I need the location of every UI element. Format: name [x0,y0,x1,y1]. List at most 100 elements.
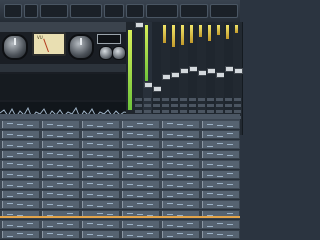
channel-button[interactable] [153,104,160,107]
playlist-track[interactable] [0,230,240,240]
channel-button[interactable] [153,98,160,101]
pattern-clip[interactable] [2,221,39,228]
pattern-clip[interactable] [42,171,79,178]
pattern-clip[interactable] [122,221,159,228]
tempo-display[interactable] [70,4,102,18]
channel-button[interactable] [216,104,223,107]
pattern-selector[interactable] [40,4,68,18]
pattern-clip[interactable] [2,131,39,138]
pattern-clip[interactable] [2,181,39,188]
pattern-clip[interactable] [42,121,79,128]
pattern-clip[interactable] [122,151,159,158]
playlist-track[interactable] [0,210,240,220]
pattern-clip[interactable] [82,141,119,148]
pattern-clip[interactable] [82,151,119,158]
menu-button[interactable] [4,4,22,18]
pattern-clip[interactable] [162,171,199,178]
pattern-clip[interactable] [122,161,159,168]
pattern-clip[interactable] [122,141,159,148]
pattern-clip[interactable] [42,231,79,238]
channel-button[interactable] [207,104,214,107]
pattern-clip[interactable] [202,151,239,158]
channel-button[interactable] [234,110,241,113]
channel-button[interactable] [162,104,169,107]
pattern-clip[interactable] [162,121,199,128]
pattern-clip[interactable] [2,171,39,178]
channel-button[interactable] [144,110,151,113]
channel-button[interactable] [198,98,205,101]
snap-selector[interactable] [146,4,178,18]
pattern-clip[interactable] [122,121,159,128]
channel-button[interactable] [207,110,214,113]
time-display[interactable] [104,4,124,18]
playlist-track[interactable] [0,140,240,150]
pattern-clip[interactable] [162,231,199,238]
pattern-clip[interactable] [82,171,119,178]
channel-button[interactable] [180,98,187,101]
pattern-clip[interactable] [42,141,79,148]
input-knob-icon[interactable] [2,34,28,60]
channel-button[interactable] [198,104,205,107]
channel-button[interactable] [225,98,232,101]
pattern-clip[interactable] [202,161,239,168]
pattern-clip[interactable] [122,191,159,198]
pattern-clip[interactable] [82,231,119,238]
channel-button[interactable] [180,110,187,113]
pattern-clip[interactable] [122,201,159,208]
pattern-clip[interactable] [162,141,199,148]
output-knob-icon[interactable] [68,34,94,60]
playlist-ruler[interactable] [0,114,240,119]
pattern-clip[interactable] [162,181,199,188]
channel-button[interactable] [171,110,178,113]
channel-button[interactable] [171,98,178,101]
pattern-clip[interactable] [2,161,39,168]
playlist-track[interactable] [0,160,240,170]
pattern-clip[interactable] [202,231,239,238]
pattern-clip[interactable] [2,231,39,238]
pattern-clip[interactable] [82,191,119,198]
playlist-track[interactable] [0,220,240,230]
playlist-track[interactable] [0,180,240,190]
channel-button[interactable] [198,110,205,113]
pattern-clip[interactable] [202,121,239,128]
pattern-clip[interactable] [122,131,159,138]
pattern-clip[interactable] [162,131,199,138]
pattern-clip[interactable] [162,191,199,198]
pattern-clip[interactable] [162,161,199,168]
pattern-clip[interactable] [202,141,239,148]
transport-play-button[interactable] [24,4,38,18]
playlist-track[interactable] [0,200,240,210]
pattern-clip[interactable] [122,171,159,178]
channel-button[interactable] [189,104,196,107]
channel-button[interactable] [234,104,241,107]
pattern-clip[interactable] [202,171,239,178]
pattern-clip[interactable] [2,141,39,148]
pattern-clip[interactable] [202,201,239,208]
fader-icon[interactable] [234,68,243,74]
playlist-track[interactable] [0,130,240,140]
pattern-clip[interactable] [82,161,119,168]
browser-toggle-button[interactable] [210,4,238,18]
channel-button[interactable] [144,98,151,101]
pattern-clip[interactable] [42,151,79,158]
channel-button[interactable] [162,98,169,101]
playlist-track[interactable] [0,170,240,180]
channel-button[interactable] [144,104,151,107]
channel-button[interactable] [135,110,142,113]
mixer-toggle-button[interactable] [180,4,208,18]
pattern-clip[interactable] [162,201,199,208]
channel-button[interactable] [225,104,232,107]
pattern-clip[interactable] [82,181,119,188]
channel-button[interactable] [234,98,241,101]
channel-button[interactable] [135,98,142,101]
pattern-clip[interactable] [2,151,39,158]
pattern-clip[interactable] [2,191,39,198]
pattern-clip[interactable] [82,221,119,228]
pattern-clip[interactable] [82,131,119,138]
pattern-clip[interactable] [2,121,39,128]
pattern-clip[interactable] [42,191,79,198]
pattern-clip[interactable] [2,201,39,208]
channel-button[interactable] [153,110,160,113]
pattern-clip[interactable] [42,181,79,188]
channel-button[interactable] [207,98,214,101]
